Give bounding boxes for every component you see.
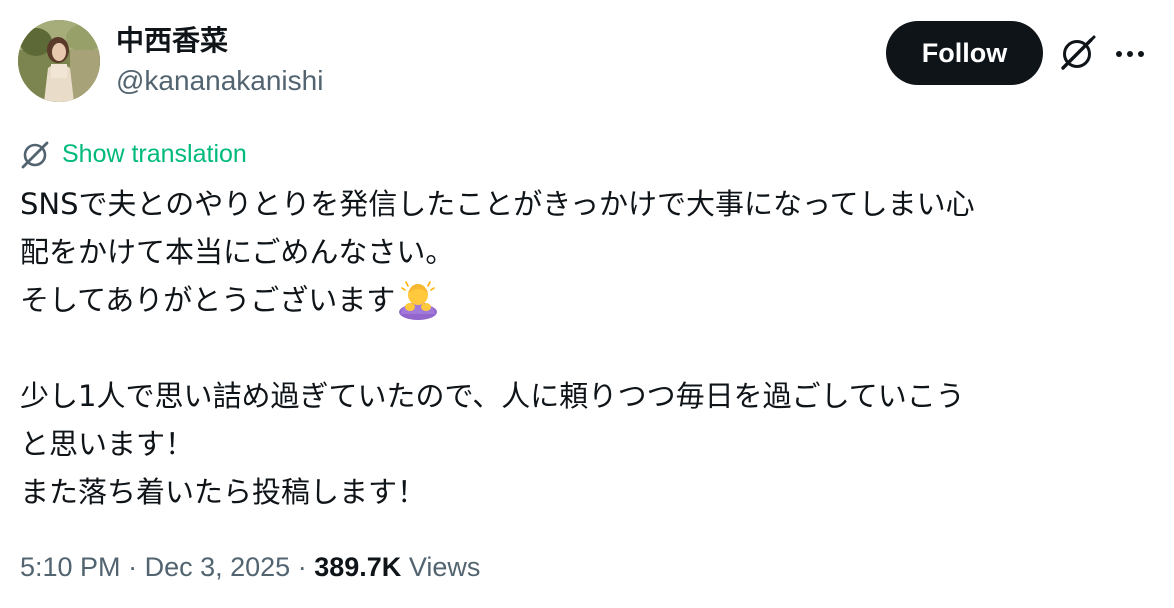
more-dots-icon <box>1116 51 1144 57</box>
views-label: Views <box>408 552 481 582</box>
post-line: 少し1人で思い詰め過ぎていたので、人に頼りつつ毎日を過ごしていこう <box>20 379 965 413</box>
grok-button[interactable] <box>1056 31 1100 75</box>
show-translation-link[interactable]: Show translation <box>20 136 247 172</box>
post-time[interactable]: 5:10 PM <box>20 552 121 582</box>
views-count: 389.7K <box>314 552 402 582</box>
post-line: と思います！ <box>20 427 195 461</box>
tweet: 中西香菜 @kananakanishi Follow Show translat… <box>0 0 1174 608</box>
meta-separator: · <box>297 552 307 582</box>
grok-icon <box>21 141 49 169</box>
post-line: そしてありがとうございます <box>20 276 1150 324</box>
avatar[interactable] <box>18 20 100 102</box>
author-handle[interactable]: @kananakanishi <box>116 62 323 100</box>
post-meta: 5:10 PM · Dec 3, 2025 · 389.7K Views <box>20 548 480 586</box>
show-translation-label[interactable]: Show translation <box>62 140 247 169</box>
post-date[interactable]: Dec 3, 2025 <box>145 552 291 582</box>
profile-photo-icon <box>18 20 100 102</box>
post-line: 配をかけて本当にごめんなさい。 <box>20 235 455 269</box>
post-line: また落ち着いたら投稿します！ <box>20 475 427 509</box>
post-line-text: そしてありがとうございます <box>20 283 396 317</box>
meta-separator: · <box>128 552 138 582</box>
person-bowing-emoji-icon <box>399 281 438 320</box>
follow-button[interactable]: Follow <box>886 21 1043 85</box>
more-options-button[interactable] <box>1110 34 1150 74</box>
post-text: SNSで夫とのやりとりを発信したことがきっかけで大事になってしまい心 配をかけて… <box>20 180 1150 516</box>
grok-icon <box>1061 35 1096 70</box>
author-display-name[interactable]: 中西香菜 <box>116 22 228 60</box>
post-line: SNSで夫とのやりとりを発信したことがきっかけで大事になってしまい心 <box>20 187 975 221</box>
